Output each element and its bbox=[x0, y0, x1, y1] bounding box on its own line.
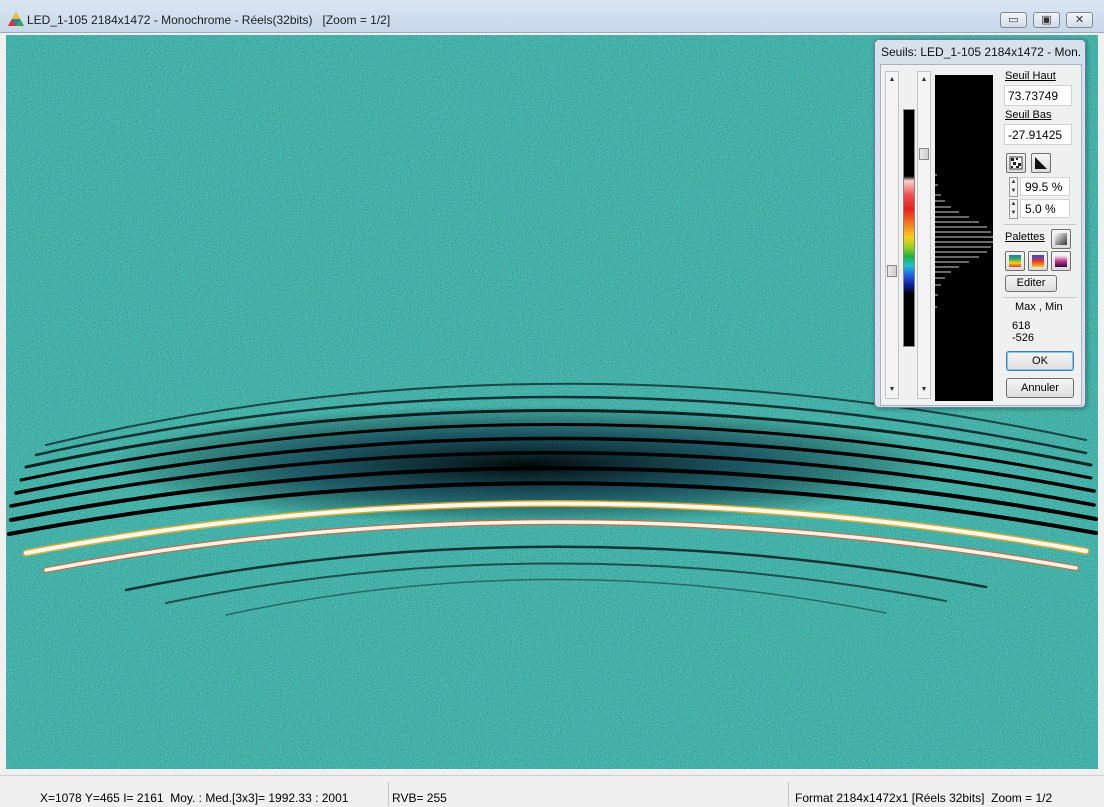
scroll-down-icon[interactable]: ▼ bbox=[918, 385, 930, 395]
palette-heat-button[interactable] bbox=[1028, 251, 1048, 271]
seuils-dialog[interactable]: Seuils: LED_1-105 2184x1472 - Mon... ▲ ▼… bbox=[874, 39, 1086, 408]
triangle-prism-icon bbox=[8, 12, 24, 26]
maximize-button[interactable]: ▣ bbox=[1033, 12, 1060, 28]
seuil-haut-label: Seuil Haut bbox=[1005, 70, 1056, 82]
cursor-info: X=1078 Y=465 I= 2161 Moy. : Med.[3x3]= 1… bbox=[40, 791, 349, 805]
ramp-icon bbox=[1035, 157, 1047, 169]
gradient-button[interactable] bbox=[1031, 153, 1051, 173]
histogram bbox=[935, 75, 993, 401]
minimize-button[interactable]: ▭ bbox=[1000, 12, 1027, 28]
palette-colorbar bbox=[903, 109, 915, 347]
threshold-scrollbar[interactable]: ▲ ▼ bbox=[885, 71, 899, 399]
dither-icon bbox=[1009, 156, 1023, 170]
cancel-button[interactable]: Annuler bbox=[1006, 378, 1074, 398]
high-threshold-thumb[interactable] bbox=[919, 148, 929, 160]
seuil-bas-label: Seuil Bas bbox=[1005, 109, 1052, 121]
close-button[interactable]: ✕ bbox=[1066, 12, 1093, 28]
window-titlebar[interactable]: LED_1-105 2184x1472 - Monochrome - Réels… bbox=[0, 0, 1104, 33]
window-title: LED_1-105 2184x1472 - Monochrome - Réels… bbox=[27, 13, 391, 27]
palette-rainbow-button[interactable] bbox=[1005, 251, 1025, 271]
maxmin-label: Max , Min bbox=[1015, 301, 1063, 313]
histogram-scrollbar[interactable]: ▲ ▼ bbox=[917, 71, 931, 399]
rgb-info: RVB= 255 bbox=[392, 791, 447, 805]
palette-purple-button[interactable] bbox=[1051, 251, 1071, 271]
pct-high-field[interactable]: 99.5 % bbox=[1020, 177, 1070, 196]
seuil-haut-field[interactable]: 73.73749 bbox=[1004, 85, 1072, 106]
scroll-up-icon[interactable]: ▲ bbox=[886, 75, 898, 85]
status-separator bbox=[388, 782, 389, 806]
ok-button[interactable]: OK bbox=[1006, 351, 1074, 371]
divider bbox=[1003, 224, 1077, 225]
dialog-body: ▲ ▼ ▲ ▼ Seuil Haut 73.73749 Seuil Bas -2… bbox=[880, 64, 1082, 406]
auto-threshold-button[interactable] bbox=[1006, 153, 1026, 173]
gray-palette-icon bbox=[1055, 233, 1067, 245]
pct-low-field[interactable]: 5.0 % bbox=[1020, 199, 1070, 218]
seuil-bas-field[interactable]: -27.91425 bbox=[1004, 124, 1072, 145]
status-separator bbox=[788, 782, 789, 806]
palette-gray-button[interactable] bbox=[1051, 229, 1071, 249]
divider bbox=[1003, 297, 1077, 298]
format-info: Format 2184x1472x1 [Réels 32bits] Zoom =… bbox=[795, 791, 1053, 805]
edit-palette-button[interactable]: Editer bbox=[1005, 275, 1057, 292]
status-bar: X=1078 Y=465 I= 2161 Moy. : Med.[3x3]= 1… bbox=[0, 775, 1104, 807]
rainbow-palette-icon bbox=[1009, 255, 1021, 267]
heat-palette-icon bbox=[1032, 255, 1044, 267]
palettes-label[interactable]: Palettes bbox=[1005, 231, 1045, 243]
scroll-up-icon[interactable]: ▲ bbox=[918, 75, 930, 85]
pct-low-spinner[interactable]: ▲ ▼ bbox=[1009, 199, 1018, 219]
low-threshold-thumb[interactable] bbox=[887, 265, 897, 277]
pct-high-spinner[interactable]: ▲ ▼ bbox=[1009, 177, 1018, 197]
dialog-title: Seuils: LED_1-105 2184x1472 - Mon... bbox=[881, 45, 1081, 59]
max-value: 618 bbox=[1012, 320, 1031, 332]
scroll-down-icon[interactable]: ▼ bbox=[886, 385, 898, 395]
purple-palette-icon bbox=[1055, 255, 1067, 267]
min-value: -526 bbox=[1012, 332, 1035, 344]
